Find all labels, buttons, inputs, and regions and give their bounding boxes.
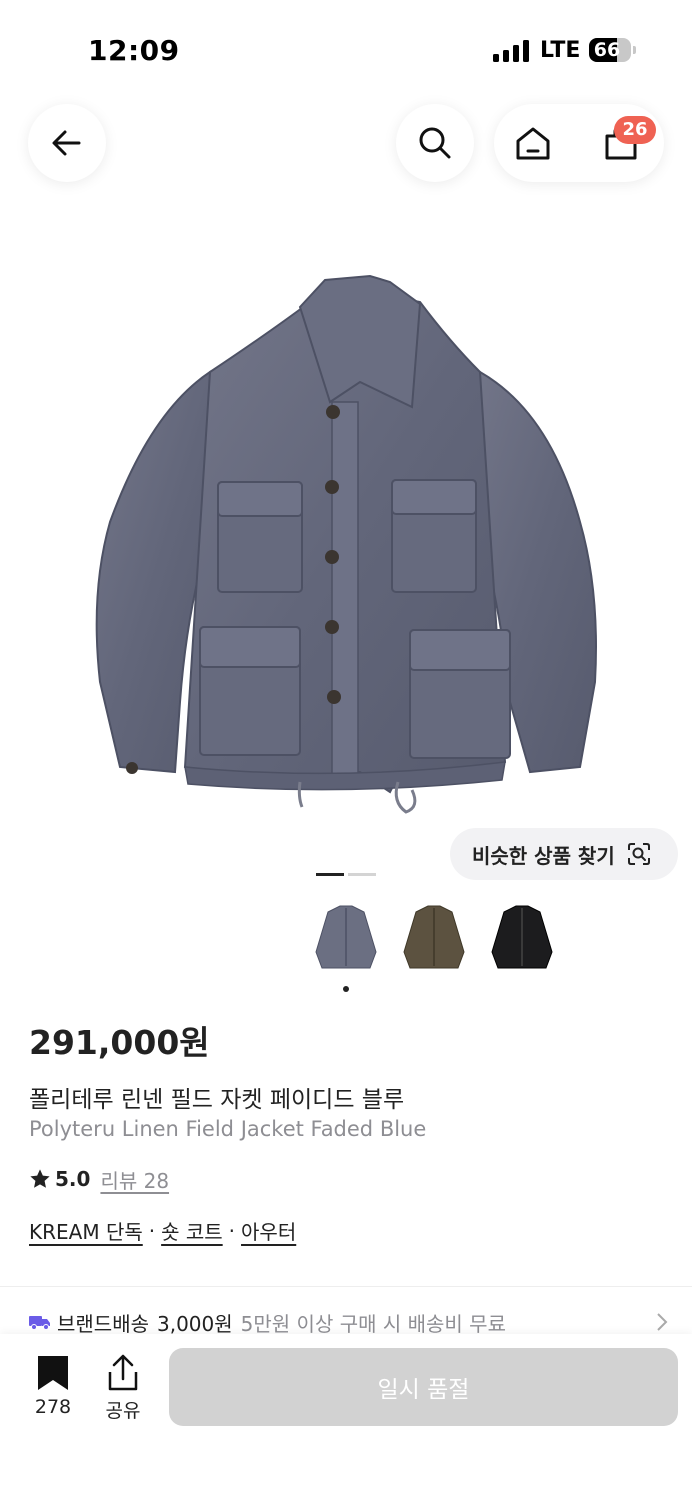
share-button[interactable]: 공유 [94, 1354, 152, 1424]
home-button[interactable] [508, 118, 558, 168]
back-button[interactable] [28, 104, 106, 182]
carousel-indicator-active [316, 873, 344, 876]
selected-color-dot [343, 986, 349, 992]
network-label: LTE [540, 38, 581, 63]
product-title-ko: 폴리테루 린넨 필드 자켓 페이디드 블루 [29, 1087, 405, 1113]
tag-separator: · [148, 1218, 156, 1243]
review-link[interactable]: 리뷰 28 [100, 1165, 169, 1194]
carousel-indicator-inactive [348, 873, 376, 876]
color-option-thumbnail[interactable] [486, 902, 558, 974]
product-title-en: Polyteru Linen Field Jacket Faded Blue [29, 1117, 427, 1141]
product-image[interactable] [70, 262, 622, 828]
color-option-thumbnail[interactable] [398, 902, 470, 974]
search-button[interactable] [396, 104, 474, 182]
chevron-right-icon [657, 1313, 668, 1331]
shipping-label: 브랜드배송 [57, 1311, 149, 1336]
tag-outer[interactable]: 아우터 [241, 1216, 296, 1245]
rating-row: 5.0 리뷰 28 [29, 1164, 169, 1194]
rating-value: 5.0 [55, 1167, 91, 1191]
battery-tip [633, 46, 636, 54]
status-time: 12:09 [88, 34, 180, 67]
battery-percent: 66 [593, 39, 621, 61]
product-price: 291,000원 [29, 1023, 210, 1062]
bookmark-count: 278 [34, 1396, 72, 1418]
status-bar: 12:09 LTE 66 [0, 0, 692, 100]
category-tags: KREAM 단독 · 숏 코트 · 아우터 [29, 1216, 296, 1245]
truck-icon [29, 1316, 50, 1330]
tag-kream-exclusive[interactable]: KREAM 단독 [29, 1216, 143, 1245]
section-divider [0, 1286, 692, 1287]
home-icon [516, 127, 550, 160]
shipping-note: 5만원 이상 구매 시 배송비 무료 [240, 1311, 506, 1336]
arrow-left-icon [52, 130, 81, 156]
battery-icon: 66 [589, 38, 631, 62]
bookmark-button[interactable]: 278 [22, 1354, 84, 1424]
color-option-thumbnail[interactable] [310, 902, 382, 974]
shipping-price: 3,000원 [157, 1311, 233, 1336]
bookmark-icon [38, 1356, 68, 1390]
bottom-action-bar: 278 공유 일시 품절 [0, 1334, 692, 1500]
share-label: 공유 [105, 1400, 141, 1422]
similar-products-label: 비슷한 상품 찾기 [472, 843, 615, 868]
signal-icon [493, 40, 529, 62]
tag-short-coat[interactable]: 숏 코트 [161, 1216, 223, 1245]
similar-products-button[interactable]: 비슷한 상품 찾기 [450, 828, 678, 880]
search-icon [419, 127, 451, 159]
sold-out-button[interactable]: 일시 품절 [169, 1348, 678, 1426]
star-icon [30, 1169, 50, 1188]
cart-badge: 26 [614, 116, 656, 144]
share-icon [108, 1354, 138, 1391]
scan-similar-icon [627, 843, 650, 865]
tag-separator: · [228, 1218, 236, 1243]
